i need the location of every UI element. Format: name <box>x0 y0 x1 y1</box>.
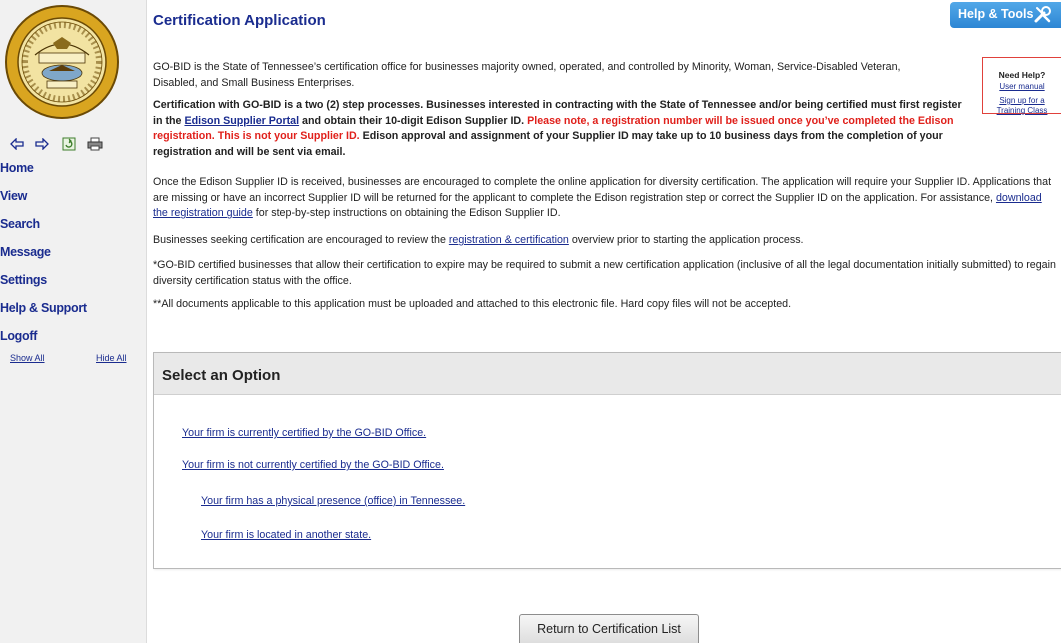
registration-certification-link[interactable]: registration & certification <box>449 234 569 246</box>
two-step-text-b: and obtain their 10-digit Edison Supplie… <box>299 114 528 127</box>
supplier-id-text-a: Once the Edison Supplier ID is received,… <box>153 176 1052 204</box>
tools-icon <box>1033 5 1053 25</box>
select-option-header: Select an Option <box>154 353 1061 395</box>
select-option-panel: Select an Option Your firm is currently … <box>153 352 1061 569</box>
nav-search[interactable]: Search <box>0 216 146 244</box>
review-text-b: overview prior to starting the applicati… <box>568 234 804 246</box>
option-not-certified[interactable]: Your firm is not currently certified by … <box>182 459 444 471</box>
nav-logoff[interactable]: Logoff <box>0 328 146 356</box>
sidebar-toolbar <box>8 135 138 153</box>
sidebar-nav: Home View Search Message Settings Help &… <box>0 160 146 356</box>
nav-view[interactable]: View <box>0 188 146 216</box>
expire-paragraph: *GO-BID certified businesses that allow … <box>153 259 1056 287</box>
help-tools-label: Help & Tools <box>958 7 1034 21</box>
nav-help-support[interactable]: Help & Support <box>0 300 146 328</box>
review-text-a: Businesses seeking certification are enc… <box>153 234 449 246</box>
show-hide-controls: Show All Hide All <box>0 353 146 365</box>
back-arrow-icon[interactable] <box>8 135 26 153</box>
need-help-title: Need Help? <box>998 70 1046 80</box>
option-currently-certified[interactable]: Your firm is currently certified by the … <box>182 427 426 439</box>
review-paragraph: Businesses seeking certification are enc… <box>153 233 1058 249</box>
help-tools-button[interactable]: Help & Tools <box>950 2 1061 28</box>
state-seal-logo <box>5 5 119 119</box>
forward-arrow-icon[interactable] <box>33 135 51 153</box>
edison-supplier-portal-link[interactable]: Edison Supplier Portal <box>184 115 299 127</box>
training-class-link-line1[interactable]: Sign up for a <box>983 96 1061 106</box>
two-step-paragraph: Certification with GO-BID is a two (2) s… <box>153 98 963 160</box>
show-all-link[interactable]: Show All <box>10 353 45 363</box>
hide-all-link[interactable]: Hide All <box>96 353 127 363</box>
option-tennessee-presence[interactable]: Your firm has a physical presence (offic… <box>201 495 465 507</box>
intro-paragraph: GO-BID is the State of Tennessee’s certi… <box>153 61 901 89</box>
sidebar: Home View Search Message Settings Help &… <box>0 0 147 643</box>
page-title: Certification Application <box>153 12 326 29</box>
training-class-link-line2[interactable]: Training Class <box>983 106 1061 116</box>
print-icon[interactable] <box>86 135 104 153</box>
supplier-id-paragraph: Once the Edison Supplier ID is received,… <box>153 175 1058 222</box>
user-manual-link[interactable]: User manual <box>983 82 1061 92</box>
supplier-id-text-b: for step-by-step instructions on obtaini… <box>252 207 561 220</box>
nav-settings[interactable]: Settings <box>0 272 146 300</box>
refresh-icon[interactable] <box>60 135 78 153</box>
nav-home[interactable]: Home <box>0 160 146 188</box>
need-help-box: Need Help? User manual Sign up for a Tra… <box>982 57 1061 116</box>
documents-paragraph: **All documents applicable to this appli… <box>153 298 792 310</box>
nav-message[interactable]: Message <box>0 244 146 272</box>
return-to-certification-list-button[interactable]: Return to Certification List <box>519 614 699 643</box>
option-another-state[interactable]: Your firm is located in another state. <box>201 529 371 541</box>
